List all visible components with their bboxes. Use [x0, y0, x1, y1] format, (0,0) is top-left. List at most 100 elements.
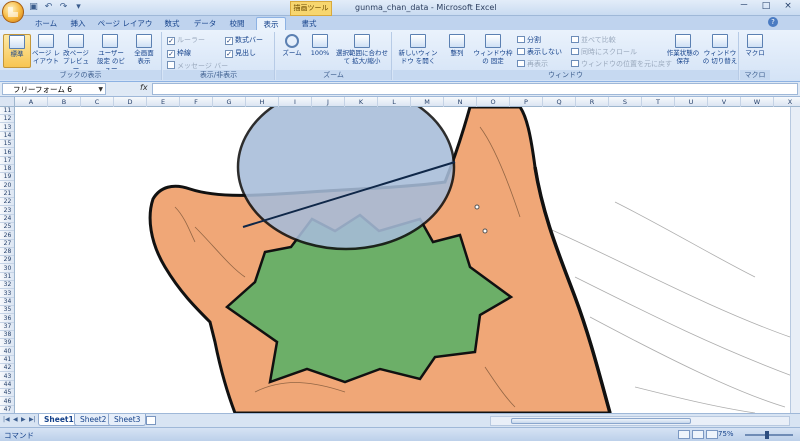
row-header[interactable]: 25: [0, 223, 14, 232]
row-header[interactable]: 30: [0, 265, 14, 273]
column-header[interactable]: W: [741, 97, 774, 107]
column-header[interactable]: F: [180, 97, 213, 107]
next-sheet-icon[interactable]: ▶: [21, 416, 26, 423]
row-header[interactable]: 22: [0, 198, 14, 207]
qat-customize-icon[interactable]: ▾: [73, 2, 84, 13]
normal-view-button[interactable]: 標準: [3, 34, 31, 68]
tab-format[interactable]: 書式: [294, 17, 324, 30]
freeze-panes-button[interactable]: ウィンドウ枠の 固定: [473, 34, 513, 68]
split-button[interactable]: 分割: [517, 35, 541, 45]
help-icon[interactable]: ?: [768, 17, 778, 27]
row-header[interactable]: 29: [0, 256, 14, 265]
row-header[interactable]: 13: [0, 124, 14, 132]
ruler-checkbox[interactable]: ✓ ルーラー: [167, 35, 205, 45]
unhide-button[interactable]: 再表示: [517, 59, 548, 69]
headings-checkbox[interactable]: ✓ 見出し: [225, 48, 256, 58]
tab-review[interactable]: 校閲: [224, 17, 250, 30]
row-header[interactable]: 12: [0, 115, 14, 124]
arrange-all-button[interactable]: 整列: [443, 34, 471, 68]
sheet-tab-sheet3[interactable]: Sheet3: [108, 414, 147, 426]
column-header[interactable]: V: [708, 97, 741, 107]
close-button[interactable]: ×: [778, 0, 798, 13]
new-window-button[interactable]: 新しいウィンドウ を開く: [397, 34, 439, 68]
first-sheet-icon[interactable]: |◀: [3, 416, 10, 423]
redo-icon[interactable]: ↷: [58, 2, 69, 13]
column-header[interactable]: R: [576, 97, 609, 107]
restore-button[interactable]: □: [756, 0, 776, 13]
full-screen-button[interactable]: 全画面 表示: [130, 34, 158, 68]
page-layout-view-button[interactable]: ページ レイアウト: [32, 34, 60, 68]
view-side-by-side-button[interactable]: 並べて比較: [571, 35, 616, 45]
row-header[interactable]: 26: [0, 232, 14, 240]
column-header[interactable]: Q: [543, 97, 576, 107]
horizontal-scroll-thumb[interactable]: [511, 418, 691, 424]
row-header[interactable]: 31: [0, 273, 14, 281]
row-header[interactable]: 46: [0, 398, 14, 406]
row-header[interactable]: 19: [0, 173, 14, 182]
switch-windows-button[interactable]: ウィンドウの 切り替え: [701, 34, 739, 68]
row-header[interactable]: 38: [0, 331, 14, 340]
column-header[interactable]: X: [774, 97, 800, 107]
tab-insert[interactable]: 挿入: [66, 17, 90, 30]
save-workspace-button[interactable]: 作業状態の 保存: [665, 34, 701, 68]
page-break-status-icon[interactable]: [706, 430, 718, 439]
zoom-level[interactable]: 75%: [718, 430, 734, 438]
last-sheet-icon[interactable]: ▶|: [29, 416, 36, 423]
insert-sheet-icon[interactable]: [146, 416, 156, 425]
save-icon[interactable]: ▣: [28, 2, 39, 13]
row-header[interactable]: 16: [0, 149, 14, 157]
row-header[interactable]: 34: [0, 298, 14, 306]
column-header[interactable]: C: [81, 97, 114, 107]
column-header[interactable]: E: [147, 97, 180, 107]
minimize-button[interactable]: －: [734, 0, 754, 13]
name-box[interactable]: フリーフォーム 6 ▼: [2, 83, 106, 95]
zoom-slider-thumb[interactable]: [764, 431, 769, 439]
page-layout-status-icon[interactable]: [692, 430, 704, 439]
tab-view[interactable]: 表示: [256, 17, 286, 30]
row-header[interactable]: 35: [0, 306, 14, 315]
sheet-tab-sheet2[interactable]: Sheet2: [74, 414, 113, 426]
worksheet-canvas[interactable]: [15, 107, 800, 413]
zoom-to-selection-button[interactable]: 選択範囲に合わせて 拡大/縮小: [334, 34, 390, 68]
row-header[interactable]: 20: [0, 182, 14, 190]
row-header[interactable]: 17: [0, 157, 14, 165]
column-header[interactable]: S: [609, 97, 642, 107]
column-header[interactable]: M: [411, 97, 444, 107]
custom-views-button[interactable]: ユーザー設定 のビュー: [96, 34, 125, 73]
row-header[interactable]: 36: [0, 315, 14, 323]
row-header[interactable]: 32: [0, 281, 14, 290]
hide-button[interactable]: 表示しない: [517, 47, 562, 57]
column-header[interactable]: B: [48, 97, 81, 107]
row-header[interactable]: 45: [0, 389, 14, 398]
row-header[interactable]: 47: [0, 406, 14, 413]
row-header[interactable]: 15: [0, 140, 14, 149]
column-header[interactable]: G: [213, 97, 246, 107]
gridlines-checkbox[interactable]: ✓ 枠線: [167, 48, 191, 58]
row-header[interactable]: 43: [0, 373, 14, 381]
normal-view-status-icon[interactable]: [678, 430, 690, 439]
column-header[interactable]: A: [15, 97, 48, 107]
row-header[interactable]: 33: [0, 290, 14, 298]
fx-icon[interactable]: fx: [140, 83, 148, 92]
tab-data[interactable]: データ: [190, 17, 220, 30]
row-header[interactable]: 37: [0, 323, 14, 331]
column-header[interactable]: H: [246, 97, 279, 107]
row-header[interactable]: 41: [0, 356, 14, 364]
row-header[interactable]: 18: [0, 165, 14, 174]
synchronous-scroll-button[interactable]: 同時にスクロール: [571, 47, 637, 57]
column-header[interactable]: D: [114, 97, 147, 107]
zoom-100-button[interactable]: 100%: [306, 34, 334, 68]
select-all-corner[interactable]: [0, 97, 15, 107]
row-header[interactable]: 11: [0, 107, 14, 115]
undo-icon[interactable]: ↶: [43, 2, 54, 13]
row-header[interactable]: 27: [0, 240, 14, 248]
prev-sheet-icon[interactable]: ◀: [13, 416, 18, 423]
row-header[interactable]: 44: [0, 381, 14, 389]
formula-bar-checkbox[interactable]: ✓ 数式バー: [225, 35, 263, 45]
column-header[interactable]: J: [312, 97, 345, 107]
selection-handle[interactable]: [474, 204, 480, 210]
office-button[interactable]: [2, 1, 24, 23]
row-header[interactable]: 21: [0, 190, 14, 198]
vertical-scrollbar[interactable]: [790, 107, 800, 413]
reset-window-position-button[interactable]: ウィンドウの位置を元に戻す: [571, 59, 672, 69]
